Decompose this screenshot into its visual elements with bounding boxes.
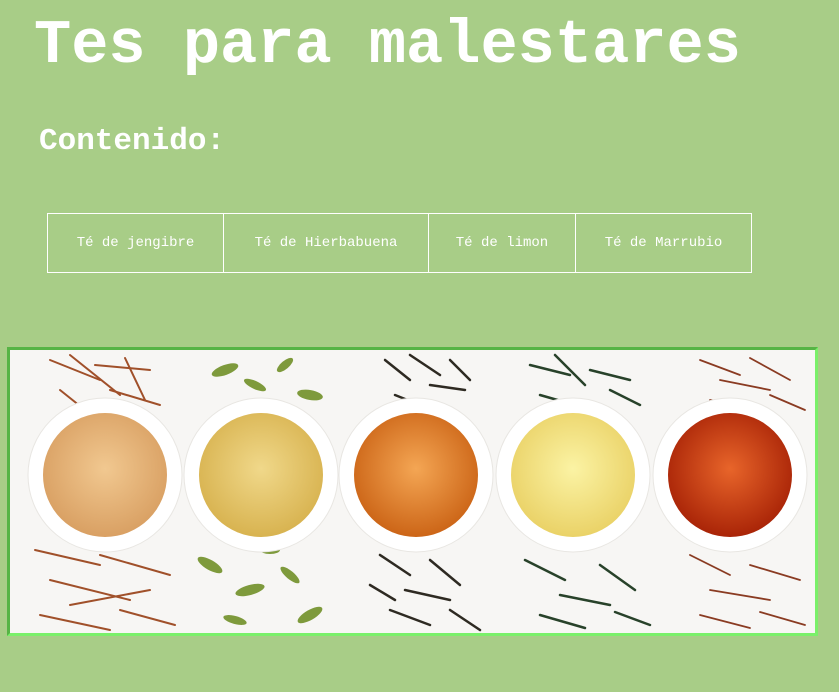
tea-nav-menu: Té de jengibre Té de Hierbabuena Té de l…	[47, 213, 752, 273]
tea-cup-5	[652, 397, 808, 553]
tea-cup-2	[183, 397, 339, 553]
tea-cup-1	[27, 397, 183, 553]
page-title: Tes para malestares	[34, 10, 741, 81]
nav-link-horehound-tea[interactable]: Té de Marrubio	[575, 213, 752, 273]
tea-cup-4	[495, 397, 651, 553]
nav-link-lemon-tea[interactable]: Té de limon	[428, 213, 576, 273]
nav-link-mint-tea[interactable]: Té de Hierbabuena	[223, 213, 429, 273]
tea-cups-illustration	[10, 350, 815, 633]
tea-cups-image	[7, 347, 818, 636]
contents-heading: Contenido:	[39, 124, 226, 159]
nav-link-ginger-tea[interactable]: Té de jengibre	[47, 213, 224, 273]
tea-cup-3	[338, 397, 494, 553]
